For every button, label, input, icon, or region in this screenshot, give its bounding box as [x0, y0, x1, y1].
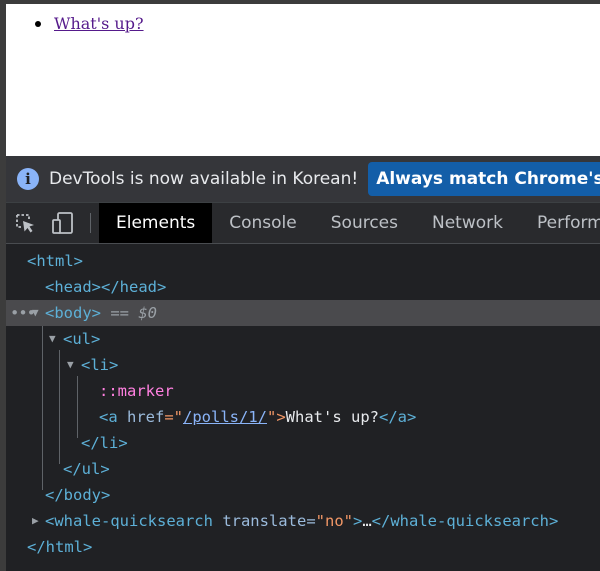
dom-node-body-close[interactable]: </body>	[6, 482, 600, 508]
dom-node-html[interactable]: <html>	[6, 248, 600, 274]
anchor-row: <a href="/polls/1/">What's up?</a>	[99, 404, 416, 430]
dom-node-ul[interactable]: ▼ <ul>	[6, 326, 600, 352]
inspect-element-icon[interactable]	[6, 203, 44, 243]
tab-console[interactable]: Console	[212, 203, 314, 243]
dom-node-body-selected[interactable]: ••• ▼ <body> == $0	[6, 300, 600, 326]
whale-close-tag: </whale-quicksearch>	[371, 512, 559, 530]
tab-sources[interactable]: Sources	[314, 203, 415, 243]
info-icon: i	[17, 168, 39, 190]
tab-elements[interactable]: Elements	[99, 203, 213, 243]
dom-node-ul-close[interactable]: </ul>	[6, 456, 600, 482]
tab-performance[interactable]: Performance	[520, 203, 600, 243]
html-close-tag: </html>	[27, 538, 93, 556]
match-language-button[interactable]: Always match Chrome's language	[368, 162, 600, 196]
dom-node-anchor[interactable]: <a href="/polls/1/">What's up?</a>	[6, 404, 600, 430]
attr-eq: ="	[164, 408, 183, 426]
collapse-arrow-icon[interactable]: ▼	[49, 326, 56, 352]
whale-open-tag: <whale-quicksearch	[45, 512, 223, 530]
li-open-tag: <li>	[81, 356, 119, 374]
elements-dom-tree[interactable]: <html> <head></head> ••• ▼ <body> == $0 …	[6, 244, 600, 571]
href-attr: href	[127, 408, 165, 426]
dom-node-li[interactable]: ▼ <li>	[6, 352, 600, 378]
translate-value: "no"	[315, 512, 353, 530]
attr-close: ">	[267, 408, 286, 426]
anchor-text: What's up?	[285, 408, 379, 426]
dom-node-whale-quicksearch[interactable]: ▶ <whale-quicksearch translate="no">…</w…	[6, 508, 600, 534]
page-viewport: What's up?	[6, 4, 600, 156]
html-open-tag: <html>	[27, 252, 83, 270]
ul-open-tag: <ul>	[63, 330, 101, 348]
head-tag: <head></head>	[45, 278, 167, 296]
collapsed-ellipsis[interactable]: …	[362, 512, 371, 530]
bullet-marker	[35, 21, 41, 27]
translate-attr: translate	[222, 512, 307, 530]
device-toolbar-icon[interactable]	[44, 203, 82, 243]
href-value-link[interactable]: /polls/1/	[183, 408, 267, 426]
translate-eq: =	[306, 512, 316, 530]
language-infobar: i DevTools is now available in Korean! A…	[6, 156, 600, 203]
collapse-arrow-icon[interactable]: ▼	[67, 352, 74, 378]
body-open-row: <body> == $0	[45, 300, 157, 326]
body-close-tag: </body>	[45, 486, 111, 504]
li-close-tag: </li>	[81, 434, 128, 452]
toolbar-divider	[90, 213, 91, 233]
ul-close-tag: </ul>	[63, 460, 110, 478]
a-close-tag: </a>	[379, 408, 417, 426]
whale-row: <whale-quicksearch translate="no">…</wha…	[45, 508, 558, 534]
dom-node-marker[interactable]: ::marker	[6, 378, 600, 404]
question-link[interactable]: What's up?	[54, 14, 144, 33]
dom-node-head[interactable]: <head></head>	[6, 274, 600, 300]
devtools-toolbar: Elements Console Sources Network Perform…	[6, 203, 600, 244]
dom-node-html-close[interactable]: </html>	[6, 534, 600, 560]
whale-gt: >	[352, 512, 363, 530]
marker-pseudo: ::marker	[99, 382, 174, 400]
collapse-arrow-icon[interactable]: ▼	[32, 300, 39, 326]
a-open-tag: <a	[99, 408, 127, 426]
selected-node-marker: == $0	[110, 304, 158, 322]
dom-node-li-close[interactable]: </li>	[6, 430, 600, 456]
expand-arrow-icon[interactable]: ▶	[32, 508, 39, 534]
page-list: What's up?	[26, 14, 144, 34]
list-item: What's up?	[26, 14, 144, 34]
body-open-tag: <body>	[45, 304, 101, 322]
tab-network[interactable]: Network	[415, 203, 520, 243]
infobar-message: DevTools is now available in Korean!	[49, 169, 359, 189]
